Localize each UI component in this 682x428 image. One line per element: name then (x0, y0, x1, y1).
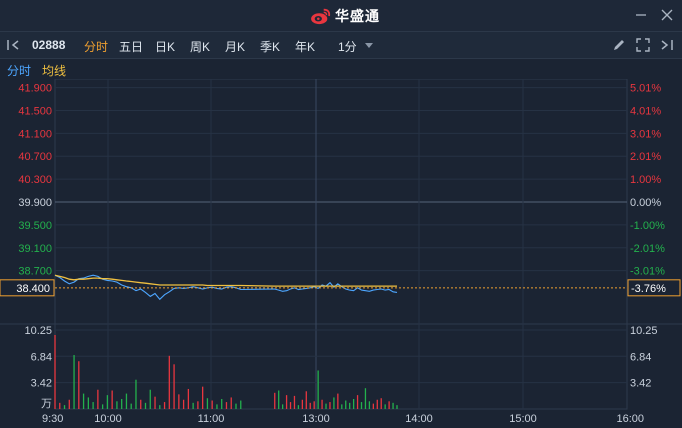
price-tick-label: 41.900 (18, 83, 52, 95)
close-icon[interactable] (660, 8, 674, 22)
time-tick-label: 14:00 (405, 413, 433, 425)
weibo-logo-icon (311, 8, 331, 25)
legend-average-line: 均线 (42, 64, 67, 78)
price-tick-label: 41.500 (18, 105, 52, 117)
price-tick-label: 38.700 (18, 266, 52, 278)
volume-tick-label: 6.84 (630, 351, 651, 363)
pct-tick-label: 0.00% (630, 197, 661, 209)
tab-quarterly-k[interactable]: 季K (260, 38, 280, 55)
tab-yearly-k[interactable]: 年K (295, 38, 315, 55)
chart-legend: 分时 均线 (0, 59, 682, 79)
time-tick-label: 15:00 (509, 413, 537, 425)
tab-daily-k[interactable]: 日K (155, 38, 175, 55)
volume-tick-label: 3.42 (31, 378, 52, 390)
intraday-chart[interactable]: 41.900 5.01% 41.500 4.01% 41.100 3.01% 40.700 2… (0, 79, 682, 428)
volume-tick-label: 3.42 (630, 378, 651, 390)
legend-price-line: 分时 (7, 64, 32, 78)
price-tick-label: 39.100 (18, 243, 52, 255)
volume-tick-label: 10.25 (24, 325, 52, 337)
minimize-icon[interactable] (634, 8, 648, 22)
price-tick-label: 39.900 (18, 197, 52, 209)
chart-toolbar: 02888 分时 五日 日K 周K 月K 季K 年K 1分 (0, 32, 682, 59)
pct-tick-label: 2.01% (630, 151, 661, 163)
chart-frame (54, 79, 628, 410)
pct-tick-label: 3.01% (630, 128, 661, 140)
pct-tick-label: 1.00% (630, 174, 661, 186)
time-tick-label: 9:30 (42, 413, 63, 425)
volume-tick-label: 6.84 (31, 351, 52, 363)
title-bar: 华盛通 (0, 0, 682, 32)
time-tick-label: 10:00 (94, 413, 122, 425)
collapse-panel-icon[interactable] (6, 38, 22, 52)
price-tick-label: 40.700 (18, 151, 52, 163)
chevron-down-icon[interactable] (365, 43, 373, 48)
brand: 华盛通 (310, 6, 380, 26)
time-tick-label: 16:00 (616, 413, 644, 425)
volume-tick-label: 10.25 (630, 325, 658, 337)
pct-tick-label: -1.00% (630, 220, 665, 232)
time-tick-label: 11:00 (198, 413, 225, 425)
expand-right-icon[interactable] (660, 38, 674, 52)
volume-unit-label: 万 (41, 398, 52, 410)
pct-tick-label: -2.01% (630, 243, 665, 255)
pencil-icon[interactable] (612, 38, 626, 52)
tab-monthly-k[interactable]: 月K (225, 38, 245, 55)
current-pct-label: -3.76% (631, 283, 666, 295)
pct-tick-label: 5.01% (630, 83, 661, 95)
tab-five-day[interactable]: 五日 (119, 38, 143, 55)
period-select[interactable]: 1分 (338, 38, 357, 55)
price-tick-label: 41.100 (18, 128, 52, 140)
brand-name: 华盛通 (335, 8, 380, 24)
tab-intraday[interactable]: 分时 (84, 38, 108, 55)
pct-tick-label: -3.01% (630, 266, 665, 278)
time-tick-label: 13:00 (302, 413, 330, 425)
stock-code: 02888 (32, 38, 66, 52)
fullscreen-icon[interactable] (636, 38, 650, 52)
pct-tick-label: 4.01% (630, 105, 661, 117)
tab-weekly-k[interactable]: 周K (190, 38, 210, 55)
current-price-label: 38.400 (16, 283, 50, 295)
price-tick-label: 40.300 (18, 174, 52, 186)
price-tick-label: 39.500 (18, 220, 52, 232)
